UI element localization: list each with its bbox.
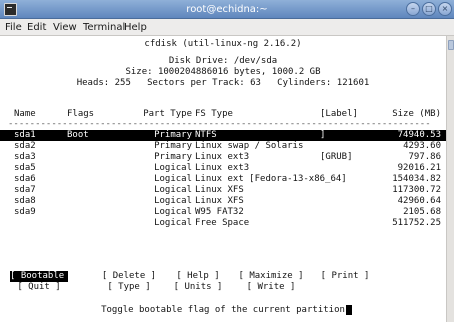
maximize-button[interactable]: □ [422,2,436,16]
menu-terminal[interactable]: Terminal [83,21,125,34]
menu-bar: File Edit View Terminal Help [0,19,454,36]
menu-edit[interactable]: Edit [27,21,46,34]
partition-size: 797.86 [408,152,441,162]
partition-flags: Boot [67,130,89,140]
maximize-button-label: Maximize [249,271,293,281]
table-separator: ----------------------------------------… [8,119,431,129]
partition-type: Logical [154,196,192,206]
partition-fs-type: Linux ext3 [195,163,250,173]
terminal-screen[interactable]: cfdisk (util-linux-ng 2.16.2) Disk Drive… [0,36,446,322]
partition-fs-type: NTFS [195,130,217,140]
disk-geometry-line: Heads: 255 Sectors per Track: 63 Cylinde… [76,78,370,88]
partition-name: sda2 [14,141,36,151]
menu-view[interactable]: View [53,21,77,34]
partition-label: [GRUB] [320,152,353,162]
partition-type: Logical [154,163,192,173]
partition-type: Primary [154,141,192,151]
disk-drive-line: Disk Drive: /dev/sda [168,56,278,66]
partition-row[interactable]: sda9 Logical W95 FAT32 2105.68 [0,207,446,218]
partition-fs-type: Linux ext [Fedora-13-x86_64] [195,174,347,184]
partition-fs-type: Free Space [195,218,250,228]
quit-button-label: Quit [28,282,50,292]
maximize-button[interactable]: [ Maximize ] [237,271,305,282]
close-button[interactable]: × [438,2,452,16]
partition-fs-type: Linux XFS [195,196,244,206]
partition-type: Logical [154,207,192,217]
units-button[interactable]: [ Units ] [168,282,228,293]
type-button-label: Type [118,282,140,292]
partition-name: sda9 [14,207,36,217]
cfdisk-title: cfdisk (util-linux-ng 2.16.2) [144,39,302,49]
minimize-button[interactable]: – [406,2,420,16]
partition-type: Primary [154,130,192,140]
partition-row[interactable]: sda6 Logical Linux ext [Fedora-13-x86_64] 1… [0,174,446,185]
partition-row[interactable]: sda5 Logical Linux ext3 92016.21 [0,163,446,174]
partition-name: sda7 [14,185,36,195]
partition-size: 511752.25 [392,218,441,228]
partition-fs-type: W95 FAT32 [195,207,244,217]
partition-size: 92016.21 [397,163,441,173]
menu-file[interactable]: File [5,21,22,34]
partition-size: 74940.53 [397,130,441,140]
partition-name: sda3 [14,152,36,162]
help-button[interactable]: [ Help ] [168,271,228,282]
partition-size: 2105.68 [403,207,441,217]
window-title: root@echidna:~ [186,4,268,15]
delete-button-label: Delete [112,271,146,281]
partition-type: Logical [154,185,192,195]
partition-type: Logical [154,174,192,184]
print-button-label: Print [331,271,359,281]
partition-name: sda8 [14,196,36,206]
text-cursor [346,305,352,315]
title-bar[interactable]: root@echidna:~ – □ × [0,0,454,19]
partition-name: sda1 [14,130,36,140]
quit-button[interactable]: [ Quit ] [10,282,68,293]
vertical-scrollbar[interactable] [446,36,454,322]
partition-fs-type: Linux swap / Solaris [195,141,304,151]
scrollbar-thumb[interactable] [448,40,454,50]
terminal-window: root@echidna:~ – □ × File Edit View Term… [0,0,454,322]
help-button-label: Help [187,271,209,281]
partition-size: 42960.64 [397,196,441,206]
partition-fs-type: Linux ext3 [195,152,250,162]
partition-row[interactable]: sda2 Primary Linux swap / Solaris 4293.60 [0,141,446,152]
partition-fs-type: Linux XFS [195,185,244,195]
partition-size: 154034.82 [392,174,441,184]
disk-size-line: Size: 1000204886016 bytes, 1000.2 GB [125,67,321,77]
partition-row[interactable]: sda3 Primary Linux ext3 [GRUB] 797.86 [0,152,446,163]
delete-button[interactable]: [ Delete ] [100,271,158,282]
print-button[interactable]: [ Print ] [318,271,372,282]
status-line: Toggle bootable flag of the current part… [101,305,345,315]
partition-type: Logical [154,218,192,228]
partition-row[interactable]: Logical Free Space 511752.25 [0,218,446,229]
menu-help[interactable]: Help [124,21,147,34]
partition-size: 4293.60 [403,141,441,151]
type-button[interactable]: [ Type ] [100,282,158,293]
partition-row[interactable]: sda7 Logical Linux XFS 117300.72 [0,185,446,196]
partition-name: sda5 [14,163,36,173]
bootable-button-label: Bootable [20,271,65,281]
write-button-label: Write [257,282,285,292]
partition-row[interactable]: sda1 Boot Primary NTFS] 74940.53 [0,130,446,141]
partition-size: 117300.72 [392,185,441,195]
partition-type: Primary [154,152,192,162]
write-button[interactable]: [ Write ] [237,282,305,293]
partition-row[interactable]: sda8 Logical Linux XFS 42960.64 [0,196,446,207]
partition-name: sda6 [14,174,36,184]
bootable-button[interactable]: [ Bootable ] [10,271,75,282]
partition-label: ] [320,130,326,140]
units-button-label: Units [184,282,212,292]
